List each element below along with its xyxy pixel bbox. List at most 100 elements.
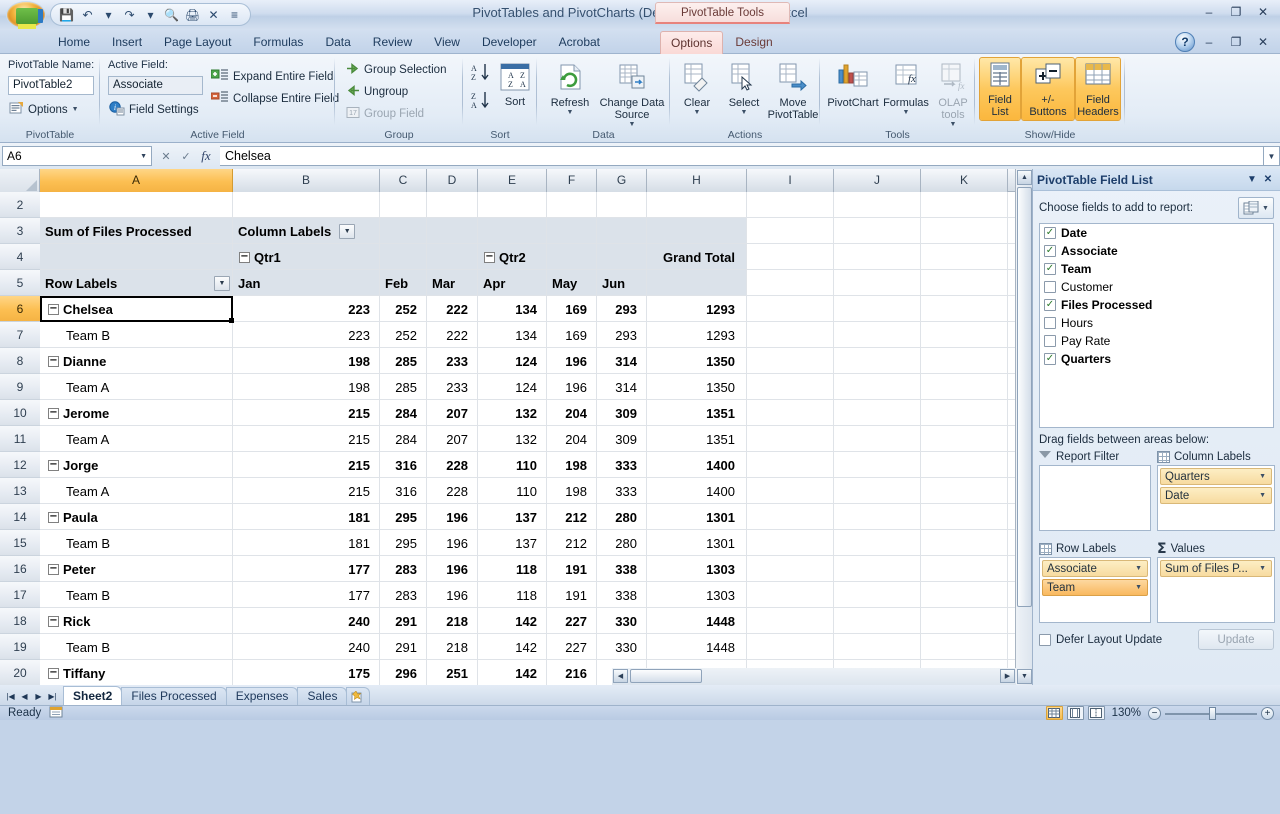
column-header-C[interactable]: C [380,169,427,192]
column-header-B[interactable]: B [233,169,380,192]
field-list-view-button[interactable]: ▼ [1238,197,1274,219]
field-checkbox[interactable]: ✓ [1044,245,1056,257]
zoom-slider-knob[interactable] [1209,707,1216,720]
row-header-17[interactable]: 17 [0,582,40,608]
horizontal-scrollbar[interactable]: ◀ ▶ [612,668,1016,685]
formulas-dropdown-icon[interactable]: ▼ [903,109,910,116]
refresh-dropdown-icon[interactable]: ▼ [567,109,574,116]
values-dropzone[interactable]: Sum of Files P...▼ [1157,557,1275,623]
column-header-J[interactable]: J [834,169,921,192]
scroll-right-icon[interactable]: ▶ [1000,669,1015,683]
pivotchart-button[interactable]: PivotChart [825,59,881,109]
vertical-scroll-thumb[interactable] [1017,187,1032,607]
field-settings-button[interactable]: i Field Settings [106,99,202,120]
active-field-input[interactable]: Associate [108,76,203,95]
next-sheet-icon[interactable]: ▶ [32,689,45,703]
field-checkbox[interactable] [1044,281,1056,293]
formulas-button[interactable]: fx Formulas ▼ [882,59,930,116]
last-sheet-icon[interactable]: ▶| [46,689,59,703]
field-checkbox[interactable]: ✓ [1044,227,1056,239]
column-header-K[interactable]: K [921,169,1008,192]
row-labels-dropzone[interactable]: Associate▼Team▼ [1039,557,1151,623]
row-labels-filter-button[interactable]: ▼ [214,276,230,291]
field-pill-dropdown-icon[interactable]: ▼ [1259,492,1269,499]
row-header-11[interactable]: 11 [0,426,40,452]
doc-minimize-icon[interactable]: – [1196,33,1222,51]
field-checkbox[interactable] [1044,335,1056,347]
group-selection-button[interactable]: Group Selection [343,59,449,80]
field-list-menu-icon[interactable]: ▼ [1244,172,1260,188]
field-pill-date[interactable]: Date▼ [1160,487,1272,504]
field-item-date[interactable]: ✓Date [1040,224,1273,242]
row-header-14[interactable]: 14 [0,504,40,530]
row-header-8[interactable]: 8 [0,348,40,374]
enter-formula-icon[interactable]: ✓ [176,147,196,165]
ungroup-button[interactable]: Ungroup [343,81,411,102]
field-headers-toggle[interactable]: Field Headers [1076,58,1120,120]
field-item-pay-rate[interactable]: Pay Rate [1040,332,1273,350]
plus-minus-buttons-toggle[interactable]: +/- Buttons [1022,58,1074,120]
field-item-hours[interactable]: Hours [1040,314,1273,332]
row-header-2[interactable]: 2 [0,192,40,218]
row-header-10[interactable]: 10 [0,400,40,426]
field-item-files-processed[interactable]: ✓Files Processed [1040,296,1273,314]
zoom-slider[interactable] [1165,707,1257,720]
column-header-H[interactable]: H [647,169,747,192]
select-button[interactable]: Select ▼ [721,59,767,116]
formula-input[interactable]: Chelsea [220,146,1264,166]
expand-entire-field-button[interactable]: Expand Entire Field [208,66,336,87]
row-header-9[interactable]: 9 [0,374,40,400]
column-labels-dropzone[interactable]: Quarters▼Date▼ [1157,465,1275,531]
page-layout-view-icon[interactable] [1067,706,1084,720]
normal-view-icon[interactable] [1046,706,1063,720]
defer-layout-update-checkbox[interactable] [1039,634,1051,646]
close-window-icon[interactable]: ✕ [1250,3,1276,21]
change-data-source-dropdown-icon[interactable]: ▼ [629,121,636,128]
column-labels-filter-button[interactable]: ▼ [339,224,355,239]
name-box[interactable]: A6 ▼ [2,146,152,166]
field-list-close-icon[interactable]: ✕ [1260,172,1276,188]
row-header-18[interactable]: 18 [0,608,40,634]
row-header-20[interactable]: 20 [0,660,40,686]
tab-formulas[interactable]: Formulas [243,31,313,54]
tab-options[interactable]: Options [660,31,723,54]
horizontal-scroll-thumb[interactable] [630,669,702,683]
field-pill-dropdown-icon[interactable]: ▼ [1259,565,1269,572]
name-box-dropdown-icon[interactable]: ▼ [140,153,147,160]
row-header-15[interactable]: 15 [0,530,40,556]
column-header-E[interactable]: E [478,169,547,192]
row-header-16[interactable]: 16 [0,556,40,582]
sheet-tab-sales[interactable]: Sales [297,687,347,705]
change-data-source-button[interactable]: Change Data Source ▼ [599,59,665,128]
restore-icon[interactable]: ❐ [1223,3,1249,21]
row-header-4[interactable]: 4 [0,244,40,270]
scroll-down-icon[interactable]: ▼ [1017,669,1032,684]
tab-acrobat[interactable]: Acrobat [549,31,610,54]
column-header-F[interactable]: F [547,169,597,192]
tab-data[interactable]: Data [315,31,360,54]
zoom-out-icon[interactable]: − [1148,707,1161,720]
options-dropdown-icon[interactable]: ▼ [72,106,79,113]
field-pill-dropdown-icon[interactable]: ▼ [1135,565,1145,572]
tab-design[interactable]: Design [725,31,782,54]
row-header-6[interactable]: 6 [0,296,40,322]
row-header-5[interactable]: 5 [0,270,40,296]
cancel-formula-icon[interactable]: ✕ [156,147,176,165]
collapse-button-Qtr2[interactable]: − [484,252,495,263]
collapse-button-Qtr1[interactable]: − [239,252,250,263]
field-list-view-dropdown-icon[interactable]: ▼ [1262,205,1269,212]
field-item-quarters[interactable]: ✓Quarters [1040,350,1273,368]
collapse-button-Dianne[interactable]: − [48,356,59,367]
field-pill-associate[interactable]: Associate▼ [1042,560,1148,577]
defer-layout-update-row[interactable]: Defer Layout Update [1039,634,1192,646]
zoom-in-icon[interactable]: + [1261,707,1274,720]
refresh-button[interactable]: Refresh ▼ [543,59,597,116]
collapse-button-Jorge[interactable]: − [48,460,59,471]
collapse-button-Chelsea[interactable]: − [48,304,59,315]
sort-button[interactable]: AZZA Sort [493,60,537,108]
collapse-entire-field-button[interactable]: Collapse Entire Field [208,88,342,109]
column-header-A[interactable]: A [40,169,233,192]
minimize-icon[interactable]: – [1196,3,1222,21]
sheet-tab-files-processed[interactable]: Files Processed [121,687,226,705]
select-all-button[interactable] [0,169,40,192]
